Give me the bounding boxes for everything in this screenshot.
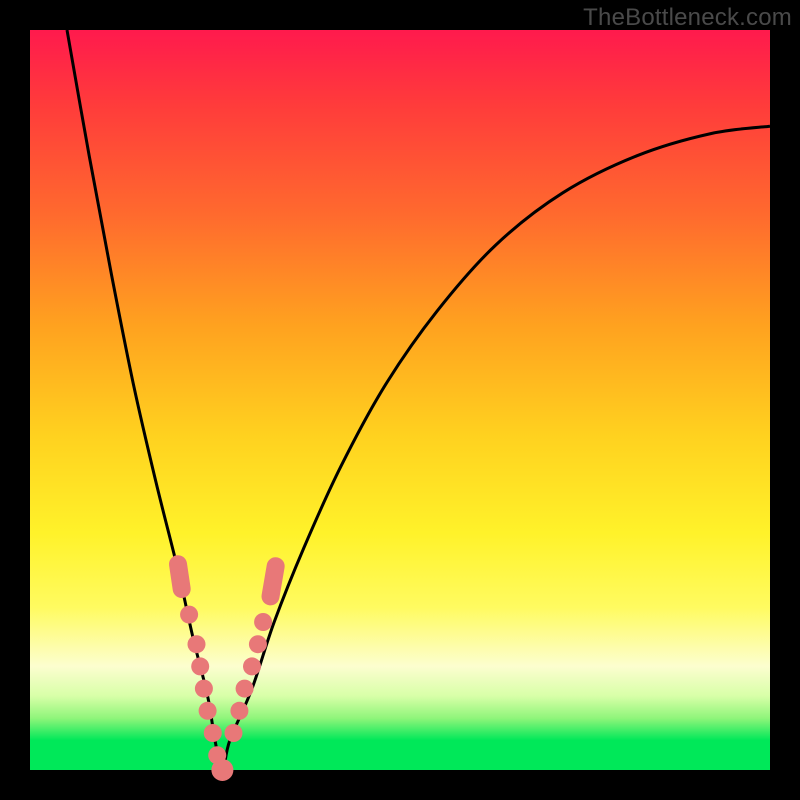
highlight-dot xyxy=(188,635,206,653)
highlight-pill xyxy=(271,566,276,596)
highlight-dot xyxy=(243,657,261,675)
highlight-pill xyxy=(178,564,182,589)
watermark-text: TheBottleneck.com xyxy=(583,4,792,32)
highlight-dot xyxy=(249,635,267,653)
plot-area xyxy=(30,30,770,770)
highlight-dot xyxy=(199,702,217,720)
highlight-dot xyxy=(180,606,198,624)
highlight-dot xyxy=(225,724,243,742)
highlight-dot xyxy=(195,680,213,698)
highlight-dot xyxy=(212,760,232,780)
highlight-dot xyxy=(204,724,222,742)
bottleneck-curve xyxy=(30,30,770,770)
highlight-dot xyxy=(191,657,209,675)
highlight-dot xyxy=(230,702,248,720)
chart-frame: TheBottleneck.com xyxy=(0,0,800,800)
highlight-dot xyxy=(236,680,254,698)
highlight-dot xyxy=(254,613,272,631)
